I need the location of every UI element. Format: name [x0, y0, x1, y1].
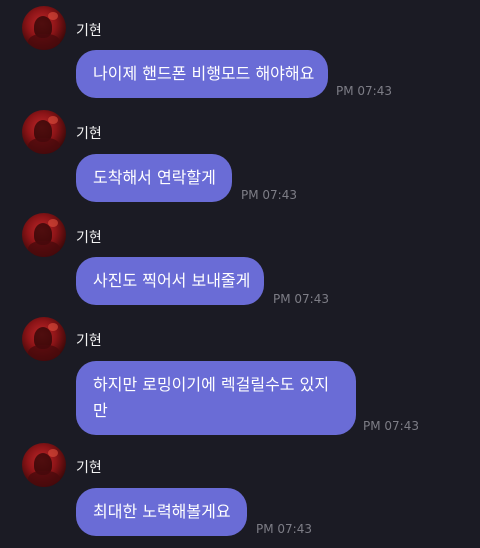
message-bubble[interactable]: 하지만 로밍이기에 렉걸릴수도 있지 만 — [76, 361, 356, 435]
message-bubble[interactable]: 사진도 찍어서 보내줄게 — [76, 257, 264, 305]
message-timestamp: PM 07:43 — [273, 292, 329, 306]
message-timestamp: PM 07:43 — [363, 419, 419, 433]
avatar[interactable] — [22, 443, 66, 487]
sender-name: 기현 — [76, 230, 102, 246]
message-bubble[interactable]: 나이제 핸드폰 비행모드 해야해요 — [76, 50, 328, 98]
message-timestamp: PM 07:43 — [256, 522, 312, 536]
message-bubble[interactable]: 최대한 노력해볼게요 — [76, 488, 247, 536]
sender-name: 기현 — [76, 333, 102, 349]
message-timestamp: PM 07:43 — [336, 84, 392, 98]
avatar[interactable] — [22, 110, 66, 154]
message-bubble[interactable]: 도착해서 연락할게 — [76, 154, 232, 202]
message-timestamp: PM 07:43 — [241, 188, 297, 202]
avatar[interactable] — [22, 6, 66, 50]
sender-name: 기현 — [76, 460, 102, 476]
avatar[interactable] — [22, 213, 66, 257]
sender-name: 기현 — [76, 23, 102, 39]
sender-name: 기현 — [76, 126, 102, 142]
avatar[interactable] — [22, 317, 66, 361]
